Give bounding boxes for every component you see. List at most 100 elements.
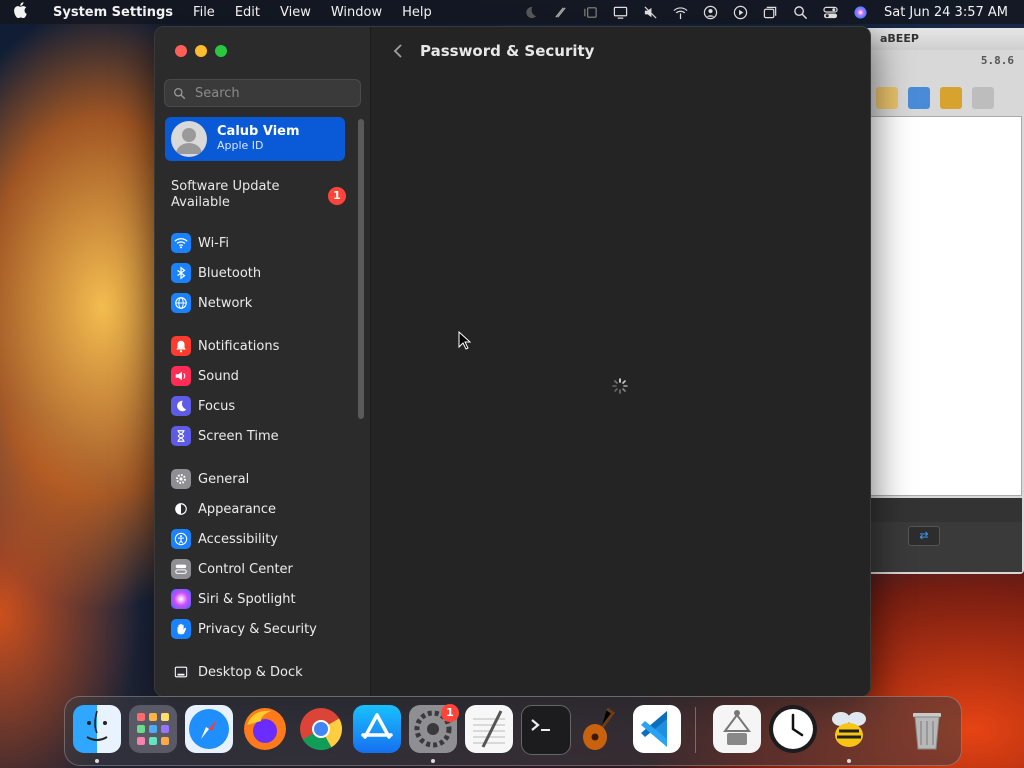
windows-icon[interactable]	[756, 0, 786, 24]
control-center-icon	[171, 559, 191, 579]
package-tool-icon[interactable]	[940, 87, 962, 109]
background-input-bar[interactable]	[870, 498, 1022, 522]
sidebar-item-label: Focus	[198, 398, 236, 414]
minimize-window-button[interactable]	[195, 45, 207, 57]
gear-icon	[171, 469, 191, 489]
textedit-icon[interactable]	[465, 705, 513, 753]
dock-icon	[171, 662, 191, 682]
play-icon[interactable]	[726, 0, 756, 24]
bell-icon	[171, 336, 191, 356]
background-lower-panel: ⇄	[870, 522, 1022, 572]
sidebar-item-sound[interactable]: Sound	[171, 364, 239, 388]
app-menu[interactable]: System Settings	[40, 5, 183, 20]
update-badge: 1	[328, 187, 346, 205]
sidebar-item-label: Control Center	[198, 561, 293, 577]
abeep-bee-icon[interactable]	[825, 705, 873, 753]
user-icon[interactable]	[696, 0, 726, 24]
app-icon[interactable]	[713, 705, 761, 753]
search-field[interactable]	[164, 79, 361, 107]
control-center-icon[interactable]	[816, 0, 846, 24]
dock-separator	[695, 707, 696, 753]
sidebar-item-focus[interactable]: Focus	[171, 394, 235, 418]
app-store-icon[interactable]	[353, 705, 401, 753]
version-label: 5.8.6	[980, 54, 1014, 67]
sidebar-item-label: Notifications	[198, 338, 280, 354]
trash-tool-icon[interactable]	[972, 87, 994, 109]
menu-edit[interactable]: Edit	[225, 5, 270, 20]
background-app-window[interactable]: aBEEP 5.8.6 ⇄	[860, 28, 1024, 574]
firefox-icon[interactable]	[241, 705, 289, 753]
system-settings-badge: 1	[441, 704, 459, 722]
sidebar-item-bluetooth[interactable]: Bluetooth	[171, 261, 261, 285]
mouse-cursor-icon	[458, 330, 472, 355]
speaker-icon	[171, 366, 191, 386]
background-content-pane	[870, 116, 1022, 496]
garageband-icon[interactable]	[577, 705, 625, 753]
sidebar-item-label: Sound	[198, 368, 239, 384]
sidebar-item-appearance[interactable]: Appearance	[171, 497, 276, 521]
appearance-icon	[171, 499, 191, 519]
launchpad-icon[interactable]	[129, 705, 177, 753]
trash-icon[interactable]	[903, 705, 951, 753]
sidebar-item-label: Screen Time	[198, 428, 279, 444]
sidebar-item-screen-time[interactable]: Screen Time	[171, 424, 279, 448]
pen-icon[interactable]	[546, 0, 576, 24]
display-icon[interactable]	[606, 0, 636, 24]
sidebar: Calub Viem Apple ID Software Update Avai…	[155, 27, 371, 696]
menu-bar: System Settings File Edit View Window He…	[0, 0, 1024, 24]
mute-icon[interactable]	[636, 0, 666, 24]
finder-running-indicator	[95, 759, 99, 763]
search-input[interactable]	[193, 84, 347, 102]
sidebar-item-label: Desktop & Dock	[198, 664, 303, 680]
sidebar-item-siri-spotlight[interactable]: Siri & Spotlight	[171, 587, 296, 611]
sidebar-scrollbar[interactable]	[358, 119, 364, 419]
sidebar-item-wifi[interactable]: Wi-Fi	[171, 231, 229, 255]
menu-view[interactable]: View	[270, 5, 321, 20]
network-tool-icon[interactable]	[908, 87, 930, 109]
sidebar-item-privacy-security[interactable]: Privacy & Security	[171, 617, 317, 641]
bluetooth-icon	[171, 263, 191, 283]
menu-window[interactable]: Window	[321, 5, 392, 20]
sidebar-item-label: Siri & Spotlight	[198, 591, 296, 607]
note-tool-icon[interactable]	[876, 87, 898, 109]
zoom-window-button[interactable]	[215, 45, 227, 57]
globe-icon	[171, 293, 191, 313]
apple-menu-icon[interactable]	[0, 2, 40, 22]
hourglass-icon	[171, 426, 191, 446]
stage-manager-icon[interactable]	[576, 0, 606, 24]
moon-icon[interactable]	[516, 0, 546, 24]
sidebar-item-accessibility[interactable]: Accessibility	[171, 527, 278, 551]
accessibility-icon	[171, 529, 191, 549]
close-window-button[interactable]	[175, 45, 187, 57]
sidebar-item-general[interactable]: General	[171, 467, 249, 491]
sidebar-item-notifications[interactable]: Notifications	[171, 334, 279, 358]
siri-icon[interactable]	[846, 0, 876, 24]
safari-icon[interactable]	[185, 705, 233, 753]
apple-id-row[interactable]: Calub Viem Apple ID	[165, 117, 345, 161]
chrome-icon[interactable]	[297, 705, 345, 753]
wifi-off-icon[interactable]	[666, 0, 696, 24]
sidebar-item-desktop-dock[interactable]: Desktop & Dock	[171, 660, 303, 684]
menu-help[interactable]: Help	[392, 5, 442, 20]
sidebar-item-label: Wi-Fi	[198, 235, 230, 251]
sidebar-item-label: Bluetooth	[198, 265, 262, 281]
siri-icon	[171, 589, 191, 609]
hand-icon	[171, 619, 191, 639]
sidebar-item-control-center[interactable]: Control Center	[171, 557, 293, 581]
search-icon[interactable]	[786, 0, 816, 24]
sidebar-item-network[interactable]: Network	[171, 291, 252, 315]
dock: 1	[64, 696, 962, 766]
system-settings-running-indicator	[431, 759, 435, 763]
background-action-button[interactable]: ⇄	[908, 526, 940, 546]
vscode-icon[interactable]	[633, 705, 681, 753]
clock-icon[interactable]	[769, 705, 817, 753]
terminal-icon[interactable]	[521, 705, 571, 755]
software-update-row[interactable]: Software Update Available 1	[171, 179, 346, 211]
main-pane: Password & Security	[371, 27, 870, 696]
chevron-left-icon[interactable]	[389, 41, 409, 61]
menu-bar-clock[interactable]: Sat Jun 24 3:57 AM	[876, 5, 1008, 20]
menu-file[interactable]: File	[183, 5, 225, 20]
software-update-label: Software Update Available	[171, 179, 280, 210]
finder-icon[interactable]	[73, 705, 121, 753]
apple-id-name: Calub Viem	[217, 124, 300, 140]
